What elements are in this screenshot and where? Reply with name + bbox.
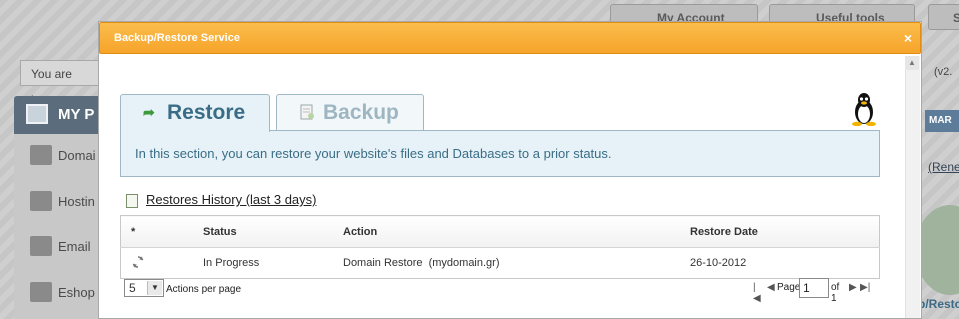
info-message: In this section, you can restore your we… <box>120 130 880 177</box>
column-header-restore-date: Restore Date <box>689 215 880 248</box>
dialog-titlebar: Backup/Restore Service × <box>99 22 921 54</box>
version-label: (v2. <box>934 66 953 78</box>
clipboard-icon <box>126 194 138 208</box>
prev-page-icon[interactable]: ◀ <box>767 282 775 293</box>
first-page-icon[interactable]: |◀ <box>753 282 761 304</box>
mar-button[interactable]: MAR <box>925 110 959 132</box>
per-page-value: 5 <box>129 281 136 295</box>
tab-restore-label: Restore <box>167 101 246 124</box>
tab-backup-label: Backup <box>323 101 399 124</box>
scrollbar[interactable] <box>905 56 920 318</box>
last-page-icon[interactable]: ▶| <box>860 282 870 293</box>
side-panel-title: MY P <box>58 106 95 123</box>
mar-button-label: MAR <box>929 115 952 126</box>
renew-link[interactable]: (Rene <box>928 160 959 174</box>
row-action: Domain Restore (mydomain.gr) <box>342 247 689 279</box>
backup-restore-link[interactable]: p/Resto <box>918 297 959 311</box>
row-restore-date: 26-10-2012 <box>689 247 880 279</box>
close-icon[interactable]: × <box>904 23 912 53</box>
settings-button[interactable]: S <box>928 4 959 30</box>
page-number-value: 1 <box>803 281 810 295</box>
table-header-row: * Status Action Restore Date <box>120 215 880 248</box>
page-label: Page <box>777 282 801 293</box>
restores-table: * Status Action Restore Date In Progress… <box>120 215 880 279</box>
row-status: In Progress <box>202 247 342 279</box>
column-header-select: * <box>120 215 202 248</box>
menu-item-email[interactable]: Email <box>58 239 91 254</box>
folder-icon <box>26 104 48 124</box>
restores-history-link[interactable]: Restores History (last 3 days) <box>146 192 317 207</box>
actions-per-page-label: Actions per page <box>166 284 242 295</box>
next-page-icon[interactable]: ▶ <box>849 282 857 293</box>
linux-penguin-icon <box>852 93 876 126</box>
settings-label: S <box>953 11 959 25</box>
backup-document-icon <box>299 104 315 120</box>
info-text: In this section, you can restore your we… <box>135 146 612 161</box>
column-header-action: Action <box>342 215 689 248</box>
menu-item-eshop[interactable]: Eshop <box>58 285 95 300</box>
page-number-input[interactable]: 1 <box>799 278 829 298</box>
chevron-down-icon: ▼ <box>147 281 162 295</box>
restore-arrow-icon: ➦ <box>143 104 155 120</box>
menu-item-hosting[interactable]: Hostin <box>58 194 95 209</box>
backup-restore-dialog: Backup/Restore Service × ▲ ➦ Restore Bac… <box>98 21 922 319</box>
breadcrumb: You are here <box>20 60 100 107</box>
table-row: In Progress Domain Restore (mydomain.gr)… <box>120 247 880 279</box>
tab-backup[interactable]: Backup <box>276 94 424 131</box>
actions-per-page-select[interactable]: 5 ▼ <box>124 279 164 297</box>
tab-restore[interactable]: ➦ Restore <box>120 94 270 132</box>
cart-icon <box>30 282 52 302</box>
menu-item-domains[interactable]: Domai <box>58 148 96 163</box>
email-icon <box>30 236 52 256</box>
www-icon <box>30 145 52 165</box>
column-header-status: Status <box>202 215 342 248</box>
hosting-icon <box>30 191 52 211</box>
page-of-label: of 1 <box>831 282 840 304</box>
dialog-title: Backup/Restore Service <box>114 32 240 44</box>
scroll-up-icon[interactable]: ▲ <box>905 56 919 70</box>
refresh-icon <box>120 247 202 279</box>
